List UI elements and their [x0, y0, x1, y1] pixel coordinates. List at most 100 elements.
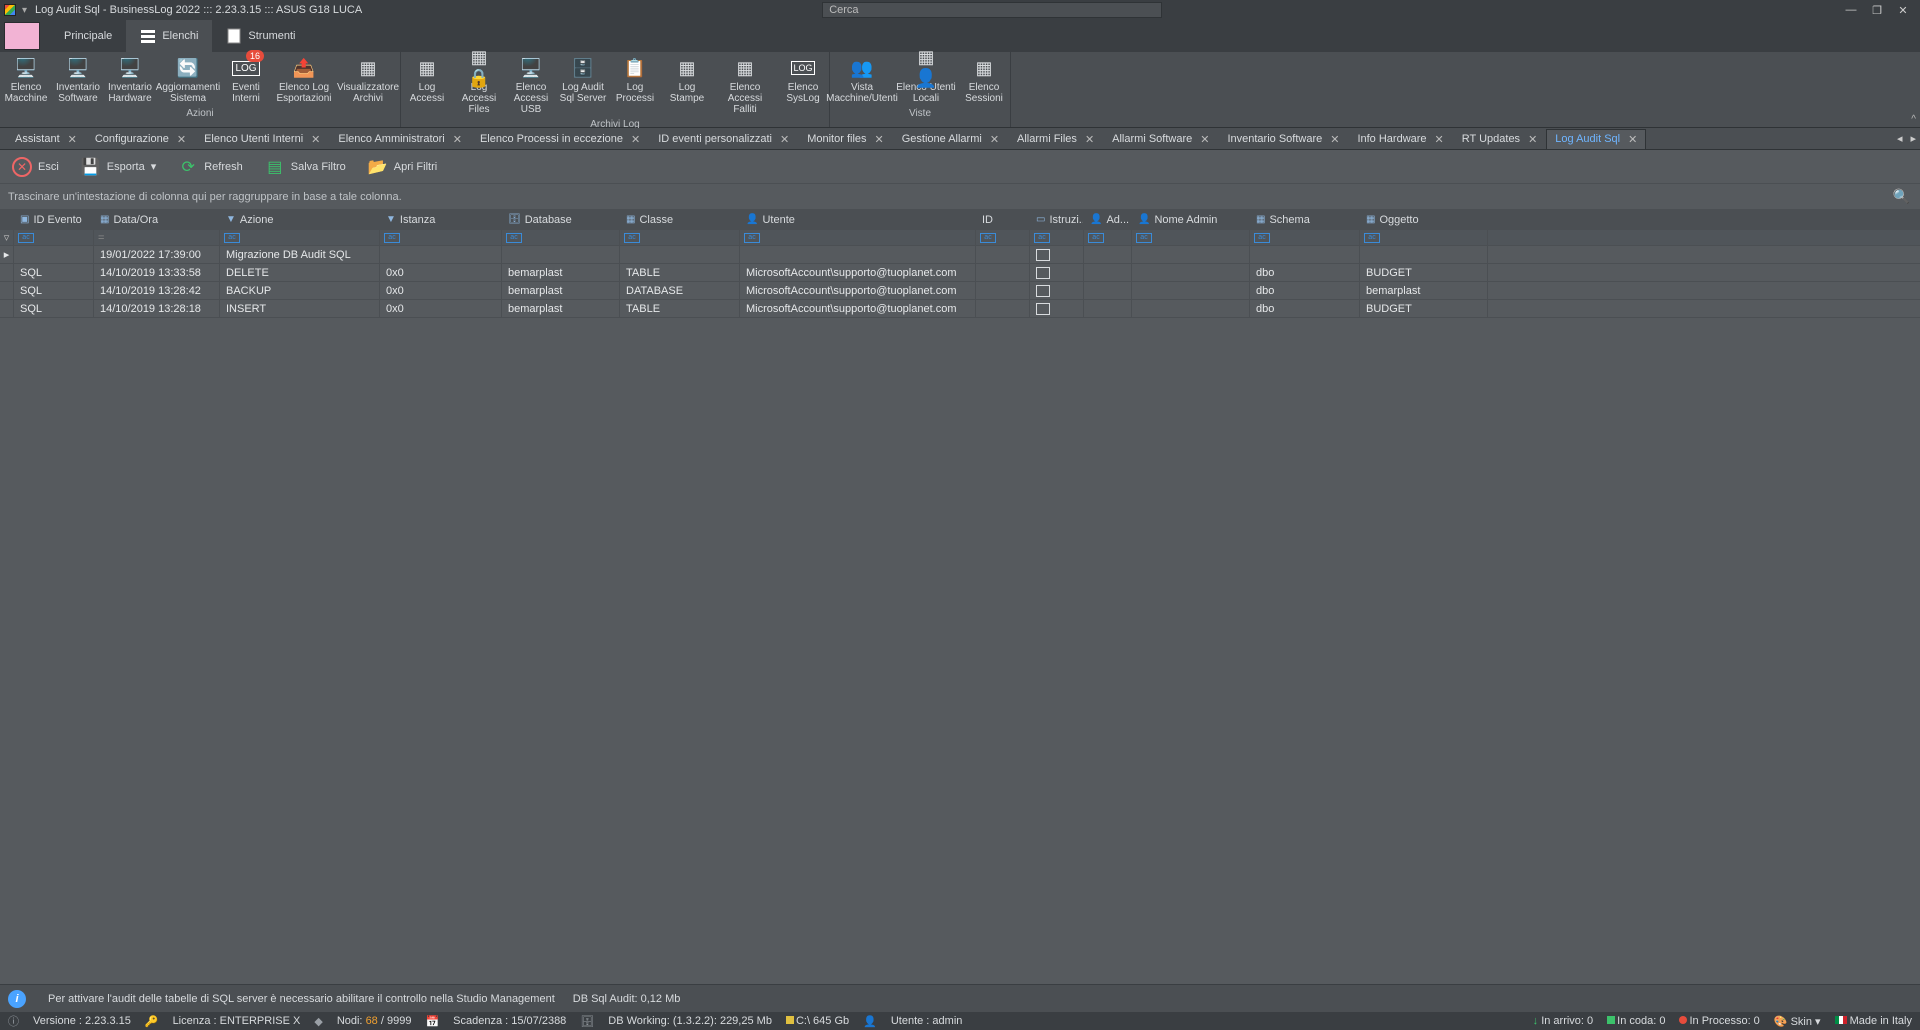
filter-istanza[interactable]: ac [380, 230, 502, 245]
btn-log-audit-sql[interactable]: 🗄️Log Audit Sql Server [557, 54, 609, 117]
doc-tab[interactable]: Inventario Software✕ [1218, 129, 1348, 149]
table-row[interactable]: SQL14/10/2019 13:33:58DELETE0x0bemarplas… [0, 264, 1920, 282]
table-row[interactable]: SQL14/10/2019 13:28:18INSERT0x0bemarplas… [0, 300, 1920, 318]
filter-admin[interactable]: ac [1084, 230, 1132, 245]
col-schema[interactable]: ▦Schema [1250, 210, 1360, 229]
doc-tab[interactable]: Allarmi Software✕ [1103, 129, 1218, 149]
menu-principale[interactable]: Principale [50, 20, 126, 52]
col-istanza[interactable]: ▼Istanza [380, 210, 502, 229]
salva-filtro-button[interactable]: ▤Salva Filtro [261, 155, 350, 179]
btn-elenco-log-esportazioni[interactable]: 📤Elenco Log Esportazioni [272, 54, 336, 106]
filter-oggetto[interactable]: ac [1360, 230, 1488, 245]
col-id-evento[interactable]: ▣ID Evento [14, 210, 94, 229]
btn-elenco-utenti-locali[interactable]: ▦👤Elenco Utenti Locali [894, 54, 958, 106]
filter-classe[interactable]: ac [620, 230, 740, 245]
doc-tab[interactable]: Allarmi Files✕ [1008, 129, 1103, 149]
filter-schema[interactable]: ac [1250, 230, 1360, 245]
qat-dropdown-icon[interactable]: ▾ [22, 5, 27, 16]
tab-close-icon[interactable]: ✕ [453, 133, 462, 146]
tab-close-icon[interactable]: ✕ [631, 133, 640, 146]
col-nome-admin[interactable]: 👤Nome Admin [1132, 210, 1250, 229]
tab-close-icon[interactable]: ✕ [1628, 133, 1637, 146]
doc-tab[interactable]: ID eventi personalizzati✕ [649, 129, 798, 149]
search-icon[interactable]: 🔍 [1893, 188, 1910, 205]
btn-log-accessi-files[interactable]: ▦🔒Log Accessi Files [453, 54, 505, 117]
col-istruzioni[interactable]: ▭Istruzi... [1030, 210, 1084, 229]
col-data-ora[interactable]: ▦Data/Ora [94, 210, 220, 229]
doc-tab[interactable]: Elenco Processi in eccezione✕ [471, 129, 649, 149]
col-admin[interactable]: 👤Ad... [1084, 210, 1132, 229]
btn-log-stampe[interactable]: ▦Log Stampe [661, 54, 713, 117]
tab-close-icon[interactable]: ✕ [311, 133, 320, 146]
menu-strumenti[interactable]: Strumenti [212, 20, 309, 52]
tab-close-icon[interactable]: ✕ [1085, 133, 1094, 146]
close-button[interactable]: ✕ [1890, 0, 1916, 20]
filter-database[interactable]: ac [502, 230, 620, 245]
tab-close-icon[interactable]: ✕ [875, 133, 884, 146]
minimize-button[interactable]: — [1838, 0, 1864, 20]
tab-scroll-arrows[interactable]: ◂▸ [1897, 132, 1916, 145]
doc-tab[interactable]: RT Updates✕ [1453, 129, 1547, 149]
filter-id-evento[interactable]: ac [14, 230, 94, 245]
doc-tab[interactable]: Gestione Allarmi✕ [893, 129, 1008, 149]
doc-tab[interactable]: Configurazione✕ [86, 129, 195, 149]
table-row[interactable]: ▸19/01/2022 17:39:00Migrazione DB Audit … [0, 246, 1920, 264]
ribbon-collapse-icon[interactable]: ^ [1911, 114, 1916, 125]
filter-data-ora[interactable]: = [94, 230, 220, 245]
filter-utente[interactable]: ac [740, 230, 976, 245]
btn-elenco-accessi-usb[interactable]: 🖥️Elenco Accessi USB [505, 54, 557, 117]
menu-elenchi[interactable]: Elenchi [126, 20, 212, 52]
tab-close-icon[interactable]: ✕ [177, 133, 186, 146]
esporta-button[interactable]: 💾Esporta ▾ [77, 155, 160, 179]
filter-istruzioni[interactable]: ac [1030, 230, 1084, 245]
doc-tab[interactable]: Info Hardware✕ [1348, 129, 1452, 149]
tab-close-icon[interactable]: ✕ [1330, 133, 1339, 146]
btn-visualizzatore-archivi[interactable]: ▦Visualizzatore Archivi [336, 54, 400, 106]
btn-eventi-interni[interactable]: LOG16Eventi Interni [220, 54, 272, 106]
btn-elenco-macchine[interactable]: 🖥️Elenco Macchine [0, 54, 52, 106]
refresh-button[interactable]: ⟳Refresh [174, 155, 247, 179]
tab-close-icon[interactable]: ✕ [1435, 133, 1444, 146]
btn-inventario-software[interactable]: 🖥️Inventario Software [52, 54, 104, 106]
btn-vista-macchine-utenti[interactable]: 👥Vista Macchine/Utenti [830, 54, 894, 106]
btn-log-processi[interactable]: 📋Log Processi [609, 54, 661, 117]
esci-button[interactable]: ✕Esci [8, 155, 63, 179]
arrow-right-icon[interactable]: ▸ [1910, 132, 1916, 145]
group-by-panel[interactable]: Trascinare un'intestazione di colonna qu… [0, 184, 1920, 210]
col-id[interactable]: ID [976, 210, 1030, 229]
tab-close-icon[interactable]: ✕ [1200, 133, 1209, 146]
btn-elenco-sessioni[interactable]: ▦Elenco Sessioni [958, 54, 1010, 106]
filter-indicator[interactable]: ▿ [0, 230, 14, 245]
col-database[interactable]: 🗄Database [502, 210, 620, 229]
filter-id[interactable]: ac [976, 230, 1030, 245]
apri-filtri-button[interactable]: 📂Apri Filtri [364, 155, 441, 179]
tab-close-icon[interactable]: ✕ [68, 133, 77, 146]
doc-tab[interactable]: Log Audit Sql✕ [1546, 129, 1646, 149]
table-row[interactable]: SQL14/10/2019 13:28:42BACKUP0x0bemarplas… [0, 282, 1920, 300]
col-utente[interactable]: 👤Utente [740, 210, 976, 229]
doc-tab[interactable]: Elenco Amministratori✕ [329, 129, 471, 149]
document-tab-strip: Assistant✕Configurazione✕Elenco Utenti I… [0, 128, 1920, 150]
btn-log-accessi[interactable]: ▦Log Accessi [401, 54, 453, 117]
tab-close-icon[interactable]: ✕ [990, 133, 999, 146]
doc-tab[interactable]: Elenco Utenti Interni✕ [195, 129, 329, 149]
col-oggetto[interactable]: ▦Oggetto [1360, 210, 1488, 229]
tab-close-icon[interactable]: ✕ [1528, 133, 1537, 146]
btn-aggiornamenti-sistema[interactable]: 🔄Aggiornamenti Sistema [156, 54, 220, 106]
dropdown-icon: ▾ [151, 160, 157, 173]
doc-tab[interactable]: Assistant✕ [6, 129, 86, 149]
theme-swatch[interactable] [4, 22, 40, 50]
maximize-button[interactable]: ❐ [1864, 0, 1890, 20]
arrow-left-icon[interactable]: ◂ [1897, 132, 1903, 145]
filter-nome-admin[interactable]: ac [1132, 230, 1250, 245]
tab-close-icon[interactable]: ✕ [780, 133, 789, 146]
btn-inventario-hardware[interactable]: 🖥️Inventario Hardware [104, 54, 156, 106]
filter-azione[interactable]: ac [220, 230, 380, 245]
skin-selector[interactable]: 🎨 Skin ▾ [1774, 1015, 1821, 1028]
doc-tab[interactable]: Monitor files✕ [798, 129, 893, 149]
btn-elenco-accessi-falliti[interactable]: ▦Elenco Accessi Falliti [713, 54, 777, 117]
search-input[interactable]: Cerca [822, 2, 1162, 18]
btn-elenco-syslog[interactable]: LOGElenco SysLog [777, 54, 829, 117]
col-azione[interactable]: ▼Azione [220, 210, 380, 229]
col-classe[interactable]: ▦Classe [620, 210, 740, 229]
